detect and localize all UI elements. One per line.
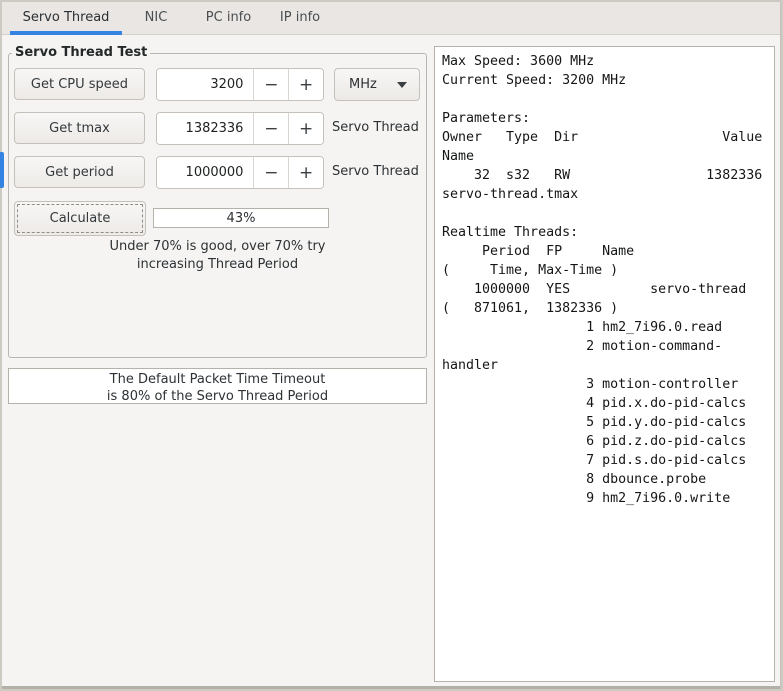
- active-tab-indicator: [10, 31, 122, 35]
- tab-bar: Servo Thread NIC PC info IP info: [0, 0, 783, 35]
- spin-down-button[interactable]: −: [254, 157, 289, 188]
- tab-servo-thread[interactable]: Servo Thread: [10, 0, 122, 35]
- cpu-speed-spinbox: 3200 − +: [156, 68, 324, 101]
- plus-icon: +: [299, 74, 314, 95]
- get-tmax-button[interactable]: Get tmax: [14, 112, 145, 144]
- minus-icon: −: [264, 74, 279, 95]
- unit-combobox-value: MHz: [349, 77, 377, 92]
- tmax-value[interactable]: 1382336: [157, 113, 254, 144]
- unit-combobox[interactable]: MHz: [334, 68, 420, 101]
- period-thread-label: Servo Thread: [332, 164, 419, 179]
- get-period-button[interactable]: Get period: [14, 156, 145, 188]
- spin-down-button[interactable]: −: [254, 113, 289, 144]
- spin-up-button[interactable]: +: [289, 113, 323, 144]
- hint-line: Under 70% is good, over 70% try: [109, 239, 326, 254]
- hint-text: Under 70% is good, over 70% try increasi…: [9, 238, 426, 274]
- period-spinbox: 1000000 − +: [156, 156, 324, 189]
- scrollbar-indicator[interactable]: [0, 152, 4, 188]
- tmax-thread-label: Servo Thread: [332, 120, 419, 135]
- spin-up-button[interactable]: +: [289, 69, 323, 100]
- info-line: is 80% of the Servo Thread Period: [106, 389, 329, 404]
- load-percentage-bar: 43%: [153, 208, 329, 228]
- hint-line: increasing Thread Period: [136, 257, 299, 272]
- servo-thread-test-frame: Servo Thread Test Get CPU speed 3200 − +…: [8, 45, 427, 358]
- output-textview: Max Speed: 3600 MHz Current Speed: 3200 …: [442, 54, 763, 506]
- tab-label: PC info: [205, 10, 252, 25]
- tab-ip-info[interactable]: IP info: [267, 0, 333, 35]
- tab-nic[interactable]: NIC: [122, 0, 190, 35]
- cpu-speed-value[interactable]: 3200: [157, 69, 254, 100]
- chevron-down-icon: [397, 81, 407, 88]
- get-cpu-speed-button[interactable]: Get CPU speed: [14, 68, 145, 100]
- tab-label: Servo Thread: [22, 10, 110, 25]
- spin-down-button[interactable]: −: [254, 69, 289, 100]
- frame-title: Servo Thread Test: [12, 45, 151, 60]
- spin-up-button[interactable]: +: [289, 157, 323, 188]
- period-value[interactable]: 1000000: [157, 157, 254, 188]
- minus-icon: −: [264, 118, 279, 139]
- minus-icon: −: [264, 162, 279, 183]
- plus-icon: +: [299, 118, 314, 139]
- tab-label: NIC: [144, 10, 168, 25]
- calculate-button[interactable]: Calculate: [14, 201, 146, 236]
- tab-pc-info[interactable]: PC info: [190, 0, 267, 35]
- tab-label: IP info: [279, 10, 321, 25]
- plus-icon: +: [299, 162, 314, 183]
- tmax-spinbox: 1382336 − +: [156, 112, 324, 145]
- info-line: The Default Packet Time Timeout: [109, 372, 326, 387]
- packet-timeout-info-box: The Default Packet Time Timeout is 80% o…: [8, 368, 427, 404]
- app-window: Servo Thread NIC PC info IP info Servo T…: [0, 0, 783, 691]
- output-panel: Max Speed: 3600 MHz Current Speed: 3200 …: [434, 46, 775, 682]
